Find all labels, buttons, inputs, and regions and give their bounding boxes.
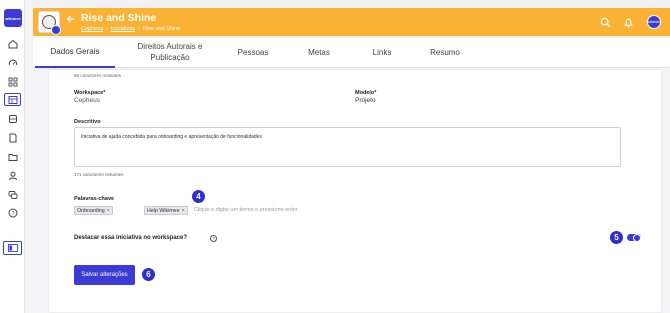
- info-icon[interactable]: ?: [210, 235, 217, 242]
- step-4-badge: 4: [192, 190, 205, 203]
- search-icon[interactable]: [600, 17, 611, 28]
- user-avatar[interactable]: wikimee: [647, 15, 661, 29]
- remove-chip-icon[interactable]: ×: [182, 208, 185, 214]
- page-title: Rise and Shine: [81, 12, 157, 24]
- svg-text:?: ?: [11, 211, 14, 217]
- general-data-form: 86 caracteres restantes Workspace* Cephe…: [49, 70, 661, 312]
- database-icon[interactable]: [7, 113, 18, 124]
- chat-icon[interactable]: [7, 189, 18, 200]
- breadcrumb-initiatives[interactable]: Iniciativas: [111, 26, 135, 32]
- step-5-number: 5: [614, 233, 619, 242]
- app-logo[interactable]: wikimee: [4, 9, 22, 27]
- tab-metas[interactable]: Metas: [299, 38, 339, 68]
- title-char-counter: 86 caracteres restantes: [74, 73, 122, 78]
- apps-grid-icon[interactable]: [7, 76, 18, 87]
- descritivo-label: Descritivo: [74, 119, 101, 125]
- page-header: Rise and Shine Cepheus › Iniciativas › R…: [33, 8, 670, 36]
- collapse-sidebar-icon[interactable]: [3, 241, 22, 255]
- workspace-value: Cepheus: [74, 97, 101, 104]
- breadcrumb-separator: ›: [138, 26, 140, 32]
- tab-label: Dados Gerais: [50, 46, 100, 56]
- step-5-badge: 5: [610, 231, 623, 244]
- workspace-badge-icon: [51, 25, 61, 35]
- user-icon[interactable]: [7, 170, 18, 181]
- keyword-chip[interactable]: Help Wikimee ×: [144, 206, 188, 215]
- descritivo-textarea[interactable]: Iniciativa de ajuda concebida para onboa…: [74, 127, 621, 167]
- app-root: wikimee ? Rise and Shine Cepheus › Inici…: [0, 0, 670, 313]
- step-6-badge: 6: [142, 268, 155, 281]
- tab-label: Resumo: [430, 47, 460, 57]
- breadcrumb-current: Rise and Shine: [142, 26, 181, 32]
- home-icon[interactable]: [7, 38, 18, 49]
- step-4-number: 4: [196, 192, 201, 201]
- keywords-input[interactable]: Clique e digite um termo e pressione ent…: [194, 207, 298, 213]
- save-button[interactable]: Salvar alterações: [74, 265, 135, 285]
- initiative-thumbnail: [38, 11, 61, 35]
- avatar-text: wikimee: [647, 20, 661, 24]
- step-6-number: 6: [146, 270, 151, 279]
- descritivo-char-counter: 171 caracteres restantes: [74, 172, 124, 177]
- initiatives-icon[interactable]: [4, 93, 21, 106]
- folder-icon[interactable]: [7, 151, 18, 162]
- dashboard-gauge-icon[interactable]: [7, 57, 18, 68]
- remove-chip-icon[interactable]: ×: [107, 208, 110, 214]
- descritivo-text: Iniciativa de ajuda concebida para onboa…: [81, 134, 262, 140]
- keywords-label: Palavras-chave: [74, 196, 115, 202]
- back-arrow-icon[interactable]: [66, 14, 76, 24]
- tab-pessoas[interactable]: Pessoas: [228, 38, 278, 68]
- tab-label: Links: [372, 47, 392, 57]
- breadcrumb: Cepheus › Iniciativas › Rise and Shine: [81, 26, 180, 32]
- left-sidebar: wikimee ?: [0, 0, 25, 313]
- breadcrumb-separator: ›: [106, 26, 108, 32]
- workspace-label: Workspace*: [74, 90, 106, 96]
- keyword-chip-label: Onboarding: [77, 207, 105, 214]
- notification-bell-icon[interactable]: [623, 17, 634, 28]
- app-logo-text: wikimee: [5, 15, 21, 21]
- keyword-chip-label: Help Wikimee: [147, 207, 180, 214]
- tab-label: Metas: [308, 47, 330, 57]
- tab-bar: Dados Gerais Direitos Autorais e Publica…: [33, 38, 670, 68]
- help-circle-icon[interactable]: ?: [7, 207, 18, 218]
- toggle-knob: [633, 233, 641, 242]
- tab-links[interactable]: Links: [362, 38, 402, 68]
- modelo-value: Projeto: [355, 97, 376, 104]
- destacar-label: Destacar essa iniciativa no workspace?: [74, 235, 188, 241]
- destacar-toggle[interactable]: [627, 233, 641, 242]
- tab-label: Pessoas: [237, 47, 269, 57]
- main-area: Rise and Shine Cepheus › Iniciativas › R…: [25, 0, 670, 313]
- keyword-chip[interactable]: Onboarding ×: [74, 206, 113, 215]
- tab-resumo[interactable]: Resumo: [420, 38, 470, 68]
- tab-direitos-autorais[interactable]: Direitos Autorais e Publicação: [125, 38, 215, 68]
- tab-label: Direitos Autorais e Publicação: [137, 42, 203, 62]
- document-icon[interactable]: [7, 132, 18, 143]
- tab-dados-gerais[interactable]: Dados Gerais: [35, 38, 115, 68]
- breadcrumb-workspace[interactable]: Cepheus: [81, 26, 103, 32]
- modelo-label: Modelo*: [355, 90, 377, 96]
